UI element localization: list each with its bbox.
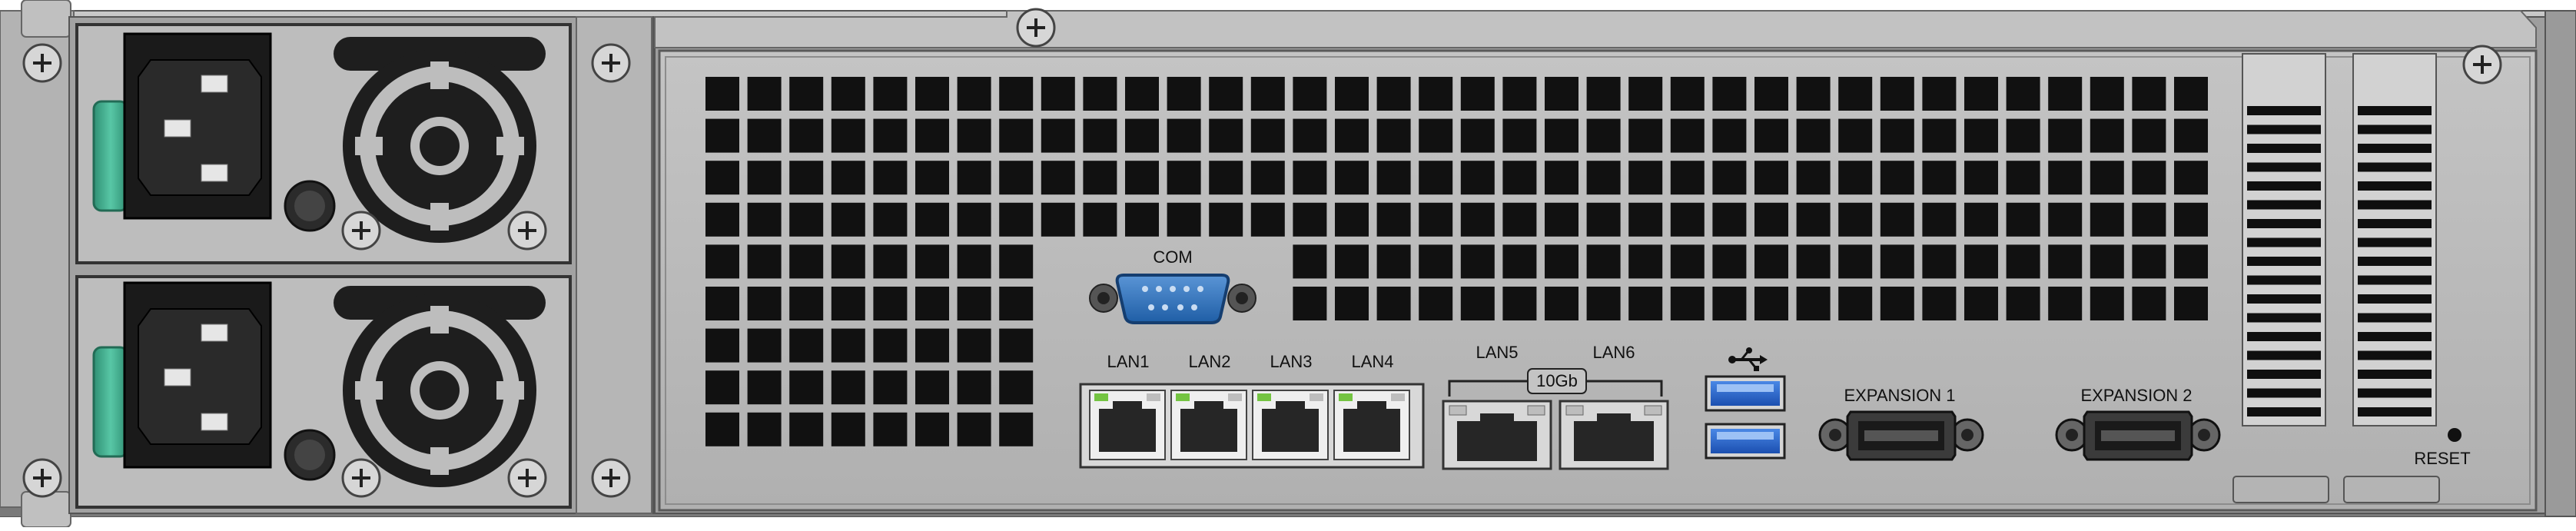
lan3-label: LAN3: [1270, 352, 1312, 371]
nas-rear-panel: COM LAN1 LAN2 LAN3 LAN4 10Gb LAN5 LAN6 E…: [0, 0, 2576, 528]
expansion-1-label: EXPANSION 1: [1844, 386, 1955, 405]
lan1-label: LAN1: [1107, 352, 1149, 371]
power-supply-1[interactable]: [75, 23, 572, 264]
10gb-label: 10Gb: [1536, 371, 1578, 390]
lan4-label: LAN4: [1351, 352, 1393, 371]
power-supply-2[interactable]: [75, 275, 572, 509]
nas-rear-panel-illustration: COM LAN1 LAN2 LAN3 LAN4 10Gb LAN5 LAN6 E…: [0, 0, 2576, 528]
reset-label: RESET: [2414, 449, 2470, 468]
lan6-label: LAN6: [1592, 343, 1635, 362]
lan1-led: [1094, 393, 1108, 401]
reset-button[interactable]: [2448, 428, 2461, 442]
com-label: COM: [1153, 247, 1192, 267]
usb-port-2[interactable]: [1705, 423, 1786, 460]
usb-port-1[interactable]: [1705, 375, 1786, 412]
lan4-led: [1339, 393, 1353, 401]
expansion-2-label: EXPANSION 2: [2080, 386, 2192, 405]
lan3-led: [1257, 393, 1271, 401]
lan5-label: LAN5: [1476, 343, 1518, 362]
lan2-label: LAN2: [1188, 352, 1230, 371]
lan2-led: [1176, 393, 1190, 401]
